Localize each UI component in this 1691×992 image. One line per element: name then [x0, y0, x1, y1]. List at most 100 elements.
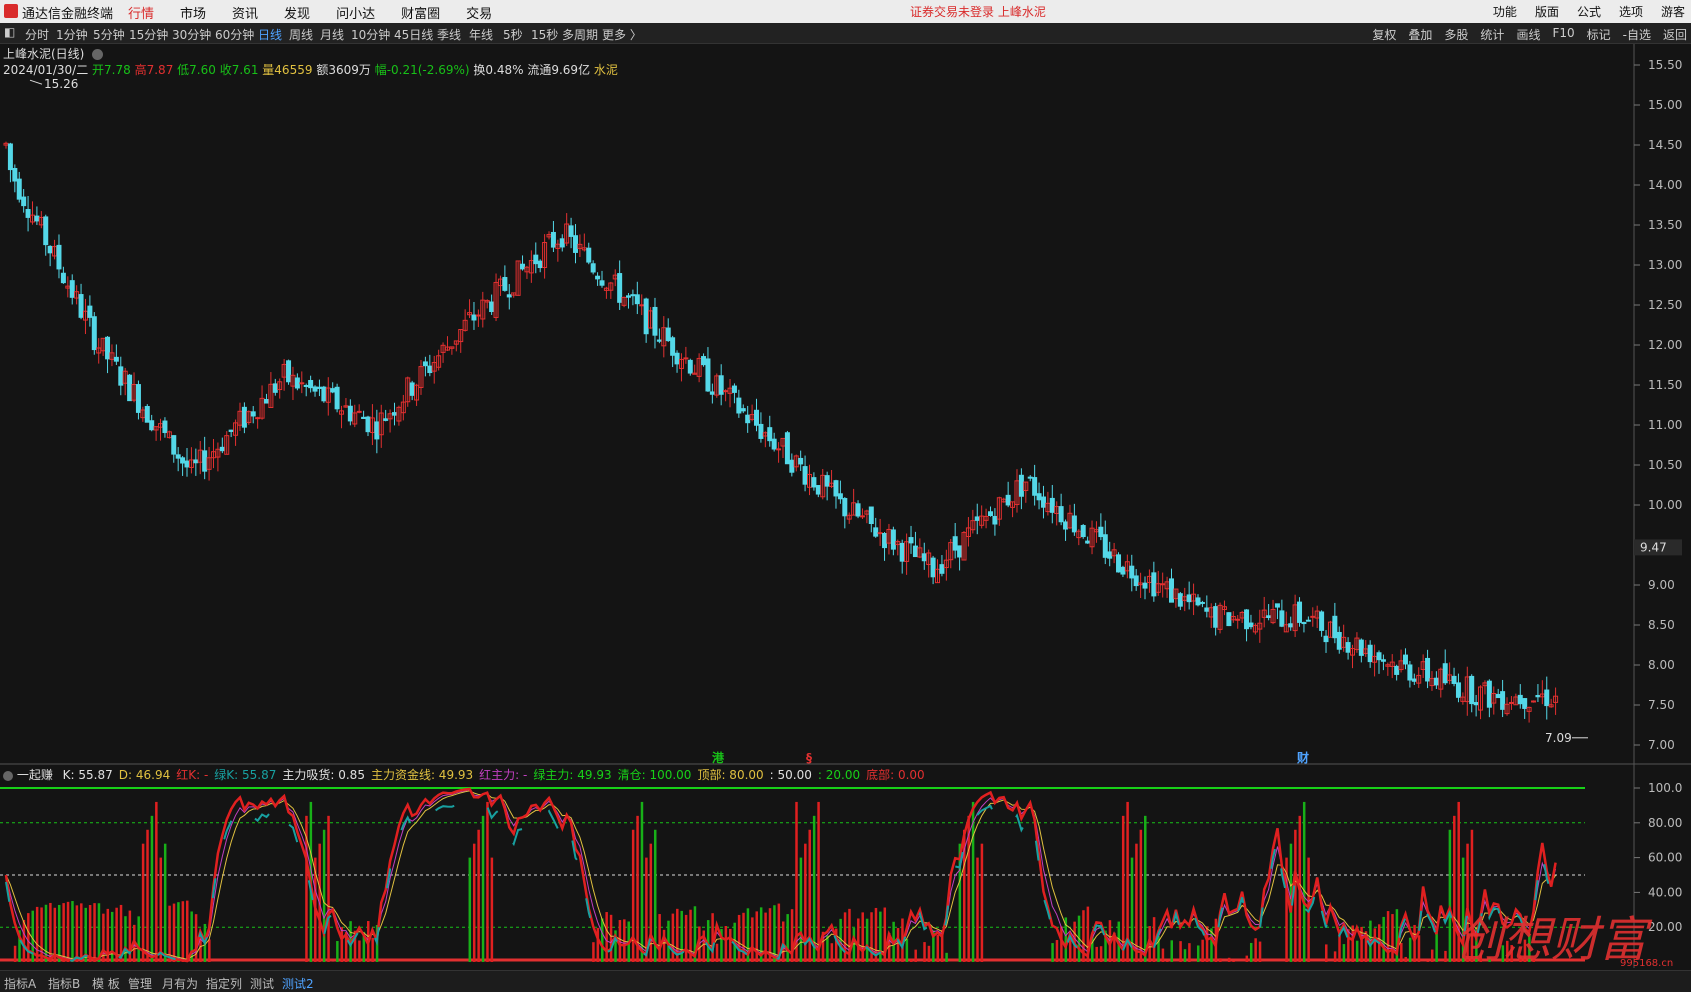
- candle-body: [640, 305, 644, 306]
- bottom-tab-0[interactable]: 指标A: [4, 975, 36, 992]
- period-8[interactable]: 月线: [320, 26, 344, 43]
- force-bar: [1365, 931, 1368, 962]
- top-tool-0[interactable]: 功能: [1493, 3, 1517, 20]
- chart-settings-icon[interactable]: [92, 49, 103, 60]
- candle-body: [1390, 662, 1394, 666]
- force-bar: [151, 816, 154, 962]
- candle-body: [834, 481, 838, 496]
- menu-item-1[interactable]: 市场: [180, 3, 206, 22]
- period-14[interactable]: 15秒: [531, 26, 558, 43]
- bottom-tab-5[interactable]: 指定列: [206, 975, 242, 992]
- chart-tool-6[interactable]: 标记: [1587, 26, 1611, 43]
- k-line: [6, 789, 1556, 961]
- candle-body: [207, 458, 211, 470]
- force-bar: [129, 911, 132, 962]
- period-10[interactable]: 45日线: [394, 26, 433, 43]
- force-bar: [1082, 910, 1085, 962]
- menu-item-5[interactable]: 财富圈: [401, 3, 440, 22]
- candle-body: [264, 400, 268, 404]
- kline-chart[interactable]: 15.5015.0014.5014.0013.5013.0012.5012.00…: [0, 0, 1691, 991]
- chart-tool-8[interactable]: 返回: [1663, 26, 1687, 43]
- force-bar: [1396, 909, 1399, 962]
- force-bar: [93, 903, 96, 962]
- period-13[interactable]: 5秒: [503, 26, 523, 43]
- chart-tool-5[interactable]: F10: [1552, 26, 1574, 43]
- force-bar: [826, 935, 829, 962]
- candle-body: [927, 553, 931, 564]
- force-bar: [18, 930, 21, 962]
- period-7[interactable]: 周线: [289, 26, 313, 43]
- bottom-tab-1[interactable]: 指标B: [48, 975, 80, 992]
- bottom-tab-2[interactable]: 模 板: [92, 975, 120, 992]
- candle-body: [622, 297, 626, 305]
- candle-body: [1271, 609, 1275, 622]
- force-bar: [1113, 933, 1116, 962]
- period-4[interactable]: 30分钟: [172, 26, 211, 43]
- bottom-tab-6[interactable]: 测试: [250, 975, 274, 992]
- bottom-tab-3[interactable]: 管理: [128, 975, 152, 992]
- chart-tool-1[interactable]: 叠加: [1408, 26, 1432, 43]
- candle-body: [556, 244, 560, 248]
- period-16[interactable]: 更多 〉: [602, 26, 642, 43]
- candle-body: [167, 432, 171, 438]
- period-12[interactable]: 年线: [469, 26, 493, 43]
- force-bar: [477, 830, 480, 962]
- period-9[interactable]: 10分钟: [351, 26, 390, 43]
- candle-body: [843, 499, 847, 516]
- period-5[interactable]: 60分钟: [215, 26, 254, 43]
- candle-body: [1205, 608, 1209, 611]
- top-tool-1[interactable]: 版面: [1535, 3, 1559, 20]
- force-bar: [1374, 928, 1377, 962]
- layout-toggle-icon[interactable]: ◧: [4, 25, 15, 39]
- menu-item-6[interactable]: 交易: [466, 3, 492, 22]
- chart-tool-0[interactable]: 复权: [1372, 26, 1396, 43]
- chart-tool-3[interactable]: 统计: [1480, 26, 1504, 43]
- candle-body: [1364, 649, 1368, 653]
- force-bar: [928, 946, 931, 962]
- force-bar: [800, 858, 803, 962]
- chart-tool-2[interactable]: 多股: [1444, 26, 1468, 43]
- force-bar: [186, 901, 189, 962]
- force-bar: [1352, 925, 1355, 962]
- period-2[interactable]: 5分钟: [93, 26, 125, 43]
- force-bar: [486, 802, 489, 962]
- chart-tools: 复权叠加多股统计画线 F10 标记 -自选返回: [1360, 26, 1687, 43]
- force-bar: [1078, 916, 1081, 962]
- period-3[interactable]: 15分钟: [129, 26, 168, 43]
- candle-body: [1103, 535, 1107, 558]
- candle-body: [468, 313, 472, 315]
- candle-body: [512, 293, 516, 295]
- period-11[interactable]: 季线: [437, 26, 461, 43]
- force-bar: [1431, 950, 1434, 962]
- bottom-tab-4[interactable]: 月有为: [162, 975, 198, 992]
- candle-body: [538, 261, 542, 267]
- top-tool-2[interactable]: 公式: [1577, 3, 1601, 20]
- force-bar: [177, 902, 180, 962]
- force-bar: [1135, 844, 1138, 962]
- indicator-value-6: 红主力: -: [479, 768, 527, 782]
- chart-tool-7[interactable]: -自选: [1623, 26, 1651, 43]
- top-tool-4[interactable]: 游客: [1661, 3, 1685, 20]
- period-0[interactable]: 分时: [25, 26, 49, 43]
- force-bar: [1210, 928, 1213, 962]
- candle-body: [759, 424, 763, 438]
- bottom-tab-7[interactable]: 测试2: [282, 975, 314, 992]
- indicator-value-8: 清仓: 100.00: [618, 768, 692, 782]
- menu-item-3[interactable]: 发现: [284, 3, 310, 22]
- indicator-settings-icon[interactable]: [3, 771, 13, 781]
- period-6[interactable]: 日线: [258, 26, 282, 43]
- candle-body: [913, 546, 917, 556]
- period-1[interactable]: 1分钟: [56, 26, 88, 43]
- menu-item-2[interactable]: 资讯: [232, 3, 258, 22]
- candle-body: [1245, 610, 1249, 629]
- force-bar: [694, 906, 697, 962]
- period-15[interactable]: 多周期: [562, 26, 598, 43]
- top-tool-3[interactable]: 选项: [1619, 3, 1643, 20]
- force-bar: [654, 830, 657, 962]
- candle-body: [445, 347, 449, 350]
- chart-tool-4[interactable]: 画线: [1516, 26, 1540, 43]
- menu-item-0[interactable]: 行情: [128, 3, 154, 22]
- candle-body: [874, 528, 878, 536]
- candle-body: [944, 560, 948, 567]
- menu-item-4[interactable]: 问小达: [336, 3, 375, 22]
